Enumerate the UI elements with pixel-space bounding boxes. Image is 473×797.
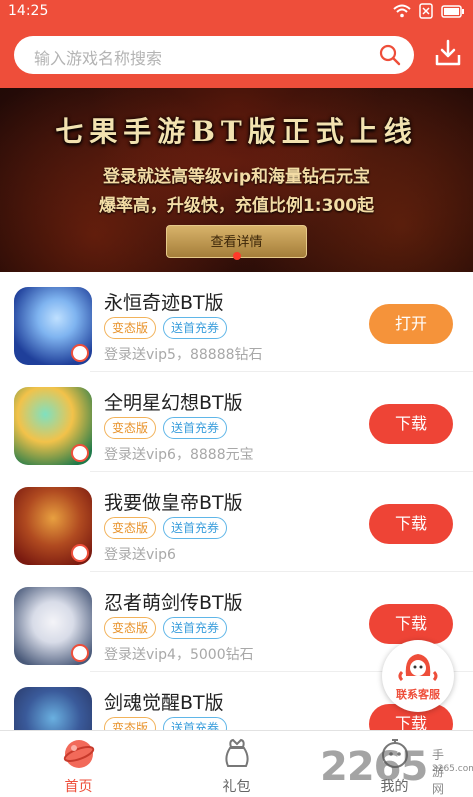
list-item[interactable]: 全明星幻想BT版 变态版 送首充券 登录送vip6，8888元宝 下载 bbox=[0, 372, 473, 472]
search-placeholder: 输入游戏名称搜索 bbox=[34, 49, 163, 68]
game-icon[interactable] bbox=[14, 287, 92, 365]
banner-subtitle-2: 爆率高，升级快，充值比例1:300起 bbox=[98, 196, 375, 216]
game-icon[interactable] bbox=[14, 687, 92, 730]
game-badge-icon bbox=[71, 444, 89, 462]
download-button[interactable]: 下载 bbox=[369, 604, 453, 644]
wifi-icon bbox=[393, 4, 411, 18]
tab-label: 礼包 bbox=[222, 779, 251, 795]
gift-bag-icon bbox=[225, 738, 249, 767]
header: 输入游戏名称搜索 bbox=[0, 24, 473, 88]
game-description: 登录送vip5，88888钻石 bbox=[104, 347, 263, 363]
game-description: 登录送vip6，8888元宝 bbox=[104, 447, 254, 463]
list-item[interactable]: 永恒奇迹BT版 变态版 送首充券 登录送vip5，88888钻石 打开 bbox=[0, 272, 473, 372]
customer-service-label: 联系客服 bbox=[396, 688, 440, 701]
customer-service-button[interactable]: 联系客服 bbox=[382, 640, 454, 712]
home-icon bbox=[63, 740, 95, 768]
download-button[interactable]: 下载 bbox=[369, 504, 453, 544]
tag-coupon: 送首充券 bbox=[163, 517, 228, 539]
banner-title: 七果手游BT版正式上线 bbox=[55, 115, 418, 148]
service-mascot-icon bbox=[398, 654, 438, 682]
game-title: 忍者萌剑传BT版 bbox=[104, 592, 243, 614]
game-badge-icon bbox=[71, 344, 89, 362]
game-title: 我要做皇帝BT版 bbox=[104, 492, 243, 514]
game-title: 永恒奇迹BT版 bbox=[104, 292, 224, 314]
search-input[interactable]: 输入游戏名称搜索 bbox=[14, 36, 414, 74]
app-screen: 14:25 输入游戏名称搜索 七果手游BT版正式上线 登录就送高等级vip和海量… bbox=[0, 0, 473, 797]
status-time: 14:25 bbox=[8, 3, 49, 19]
tag-coupon: 送首充券 bbox=[163, 617, 228, 639]
game-badge-icon bbox=[71, 544, 89, 562]
open-button[interactable]: 打开 bbox=[369, 304, 453, 344]
tab-gift[interactable]: 礼包 bbox=[158, 731, 315, 797]
battery-icon bbox=[441, 4, 464, 18]
tag-modded: 变态版 bbox=[104, 617, 157, 639]
game-icon[interactable] bbox=[14, 587, 92, 665]
status-bar: 14:25 bbox=[0, 0, 473, 24]
tag-coupon: 送首充券 bbox=[163, 317, 228, 339]
banner-subtitle-1: 登录就送高等级vip和海量钻石元宝 bbox=[102, 167, 371, 187]
game-title: 全明星幻想BT版 bbox=[104, 392, 243, 414]
banner-page-indicator bbox=[233, 252, 241, 260]
game-icon[interactable] bbox=[14, 387, 92, 465]
no-sim-icon bbox=[419, 3, 433, 19]
list-item[interactable]: 我要做皇帝BT版 变态版 送首充券 登录送vip6 下载 bbox=[0, 472, 473, 572]
promo-banner[interactable]: 七果手游BT版正式上线 登录就送高等级vip和海量钻石元宝 爆率高，升级快，充值… bbox=[0, 88, 473, 272]
tag-coupon: 送首充券 bbox=[163, 417, 228, 439]
download-icon[interactable] bbox=[433, 38, 463, 68]
tag-modded: 变态版 bbox=[104, 517, 157, 539]
tag-modded: 变态版 bbox=[104, 717, 157, 730]
search-icon[interactable] bbox=[378, 43, 402, 67]
tab-label: 首页 bbox=[64, 779, 93, 795]
tag-modded: 变态版 bbox=[104, 417, 157, 439]
site-watermark: 2265 手游网 2265.com bbox=[320, 744, 473, 796]
status-icons bbox=[393, 3, 465, 19]
tab-home[interactable]: 首页 bbox=[0, 731, 157, 797]
download-button[interactable]: 下载 bbox=[369, 404, 453, 444]
game-title: 剑魂觉醒BT版 bbox=[104, 692, 224, 714]
tag-modded: 变态版 bbox=[104, 317, 157, 339]
tag-coupon: 送首充券 bbox=[163, 717, 228, 730]
watermark-url: 2265.com bbox=[432, 764, 473, 774]
game-description: 登录送vip4，5000钻石 bbox=[104, 647, 254, 663]
game-icon[interactable] bbox=[14, 487, 92, 565]
game-badge-icon bbox=[71, 644, 89, 662]
watermark-number: 2265 bbox=[320, 744, 428, 790]
game-description: 登录送vip6 bbox=[104, 547, 176, 563]
